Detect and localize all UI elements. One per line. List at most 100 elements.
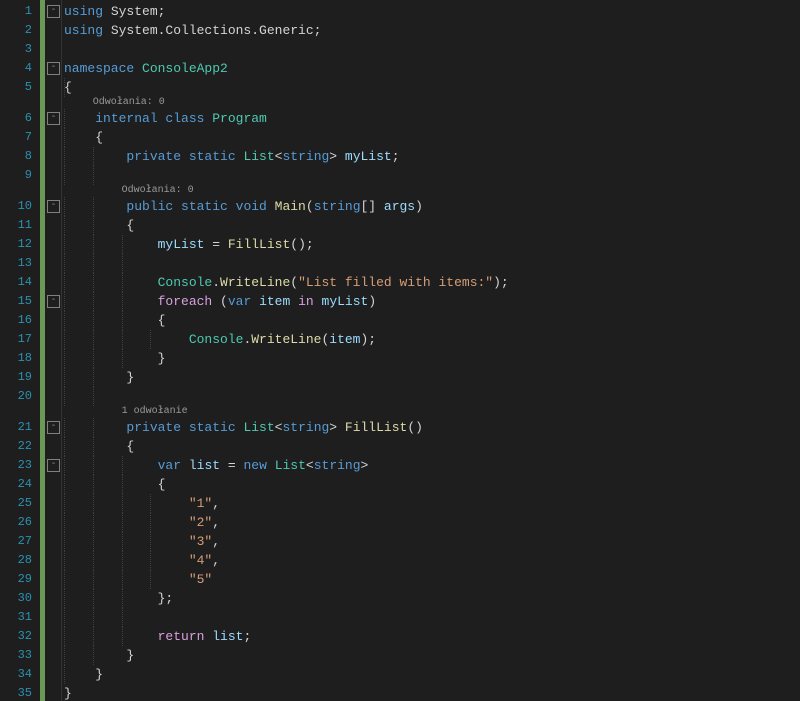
code-area[interactable]: using System;using System.Collections.Ge… <box>62 0 800 701</box>
code-line[interactable]: public static void Main(string[] args) <box>64 197 423 216</box>
line-number[interactable]: 21 <box>18 418 32 437</box>
code-line[interactable]: { <box>64 128 103 147</box>
code-line[interactable]: "1", <box>64 494 220 513</box>
codelens-reference[interactable]: Odwołania: 0 <box>93 97 165 109</box>
indent-guide <box>64 475 65 494</box>
indent-guide <box>93 608 94 627</box>
code-token <box>64 149 126 164</box>
code-line[interactable]: { <box>64 216 134 235</box>
code-line[interactable]: myList = FillList(); <box>64 235 314 254</box>
code-token: { <box>64 439 134 454</box>
line-number[interactable]: 13 <box>18 254 32 273</box>
line-number[interactable]: 20 <box>18 387 32 406</box>
line-number[interactable]: 33 <box>18 646 32 665</box>
line-number[interactable]: 26 <box>18 513 32 532</box>
code-line[interactable]: namespace ConsoleApp2 <box>64 59 228 78</box>
code-line[interactable]: private static List<string> FillList() <box>64 418 423 437</box>
code-line[interactable]: } <box>64 349 165 368</box>
line-number[interactable]: 29 <box>18 570 32 589</box>
code-token: list <box>212 629 243 644</box>
code-line[interactable]: } <box>64 684 72 701</box>
line-number[interactable]: 24 <box>18 475 32 494</box>
indent-guide <box>93 254 94 273</box>
line-number[interactable]: 14 <box>18 273 32 292</box>
line-number[interactable]: 25 <box>18 494 32 513</box>
code-line[interactable]: internal class Program <box>64 109 267 128</box>
line-number-gutter[interactable]: 1234567891011121314151617181920212223242… <box>0 0 40 701</box>
line-number[interactable]: 1 <box>25 2 32 21</box>
codelens-reference[interactable]: 1 odwołanie <box>122 406 188 418</box>
line-number[interactable]: 19 <box>18 368 32 387</box>
codelens-reference[interactable]: Odwołania: 0 <box>122 185 194 197</box>
code-token <box>64 515 189 530</box>
code-token: item <box>329 332 360 347</box>
code-line[interactable]: { <box>64 437 134 456</box>
line-number[interactable]: 23 <box>18 456 32 475</box>
code-token: myList <box>345 149 392 164</box>
code-line[interactable]: }; <box>64 589 173 608</box>
line-number[interactable]: 7 <box>25 128 32 147</box>
code-line[interactable]: "2", <box>64 513 220 532</box>
code-line[interactable]: "5" <box>64 570 212 589</box>
line-number[interactable]: 18 <box>18 349 32 368</box>
line-number[interactable]: 12 <box>18 235 32 254</box>
fold-toggle[interactable]: - <box>47 5 60 18</box>
line-number[interactable]: 2 <box>25 21 32 40</box>
indent-guide <box>93 273 94 292</box>
indent-guide <box>122 608 123 627</box>
code-token: ; <box>243 629 251 644</box>
line-number[interactable]: 35 <box>18 684 32 701</box>
line-number[interactable]: 30 <box>18 589 32 608</box>
indent-guide <box>93 235 94 254</box>
fold-gutter[interactable]: - - - - - - - <box>45 0 62 701</box>
code-line[interactable]: { <box>64 475 165 494</box>
line-number[interactable]: 10 <box>18 197 32 216</box>
code-line[interactable]: Console.WriteLine(item); <box>64 330 376 349</box>
indent-guide <box>64 311 65 330</box>
code-line[interactable]: "3", <box>64 532 220 551</box>
line-number[interactable]: 31 <box>18 608 32 627</box>
line-number[interactable]: 16 <box>18 311 32 330</box>
fold-toggle[interactable]: - <box>47 295 60 308</box>
code-line[interactable]: { <box>64 311 165 330</box>
fold-toggle[interactable]: - <box>47 62 60 75</box>
line-number[interactable]: 6 <box>25 109 32 128</box>
code-line[interactable]: foreach (var item in myList) <box>64 292 376 311</box>
code-token <box>64 572 189 587</box>
line-number[interactable]: 17 <box>18 330 32 349</box>
line-number[interactable]: 11 <box>18 216 32 235</box>
code-token: ); <box>493 275 509 290</box>
code-line[interactable]: } <box>64 646 134 665</box>
indent-guide <box>64 608 65 627</box>
code-line[interactable]: "4", <box>64 551 220 570</box>
line-number[interactable]: 22 <box>18 437 32 456</box>
code-line[interactable]: using System.Collections.Generic; <box>64 21 321 40</box>
code-token: ) <box>368 294 376 309</box>
line-number[interactable]: 3 <box>25 40 32 59</box>
line-number[interactable]: 15 <box>18 292 32 311</box>
indent-guide <box>122 494 123 513</box>
line-number[interactable]: 5 <box>25 78 32 97</box>
fold-toggle[interactable]: - <box>47 200 60 213</box>
line-number[interactable]: 27 <box>18 532 32 551</box>
code-line[interactable]: var list = new List<string> <box>64 456 368 475</box>
line-number[interactable]: 34 <box>18 665 32 684</box>
line-number[interactable]: 32 <box>18 627 32 646</box>
fold-toggle[interactable]: - <box>47 459 60 472</box>
code-line[interactable]: } <box>64 665 103 684</box>
code-line[interactable]: return list; <box>64 627 251 646</box>
code-line[interactable]: using System; <box>64 2 165 21</box>
code-editor[interactable]: 1234567891011121314151617181920212223242… <box>0 0 800 701</box>
code-line[interactable]: } <box>64 368 134 387</box>
code-token: } <box>64 648 134 663</box>
code-token: namespace <box>64 61 142 76</box>
code-line[interactable]: Console.WriteLine("List filled with item… <box>64 273 509 292</box>
line-number[interactable]: 28 <box>18 551 32 570</box>
line-number[interactable]: 9 <box>25 166 32 185</box>
code-line[interactable]: private static List<string> myList; <box>64 147 400 166</box>
fold-toggle[interactable]: - <box>47 421 60 434</box>
line-number[interactable]: 4 <box>25 59 32 78</box>
code-line[interactable]: { <box>64 78 72 97</box>
fold-toggle[interactable]: - <box>47 112 60 125</box>
line-number[interactable]: 8 <box>25 147 32 166</box>
